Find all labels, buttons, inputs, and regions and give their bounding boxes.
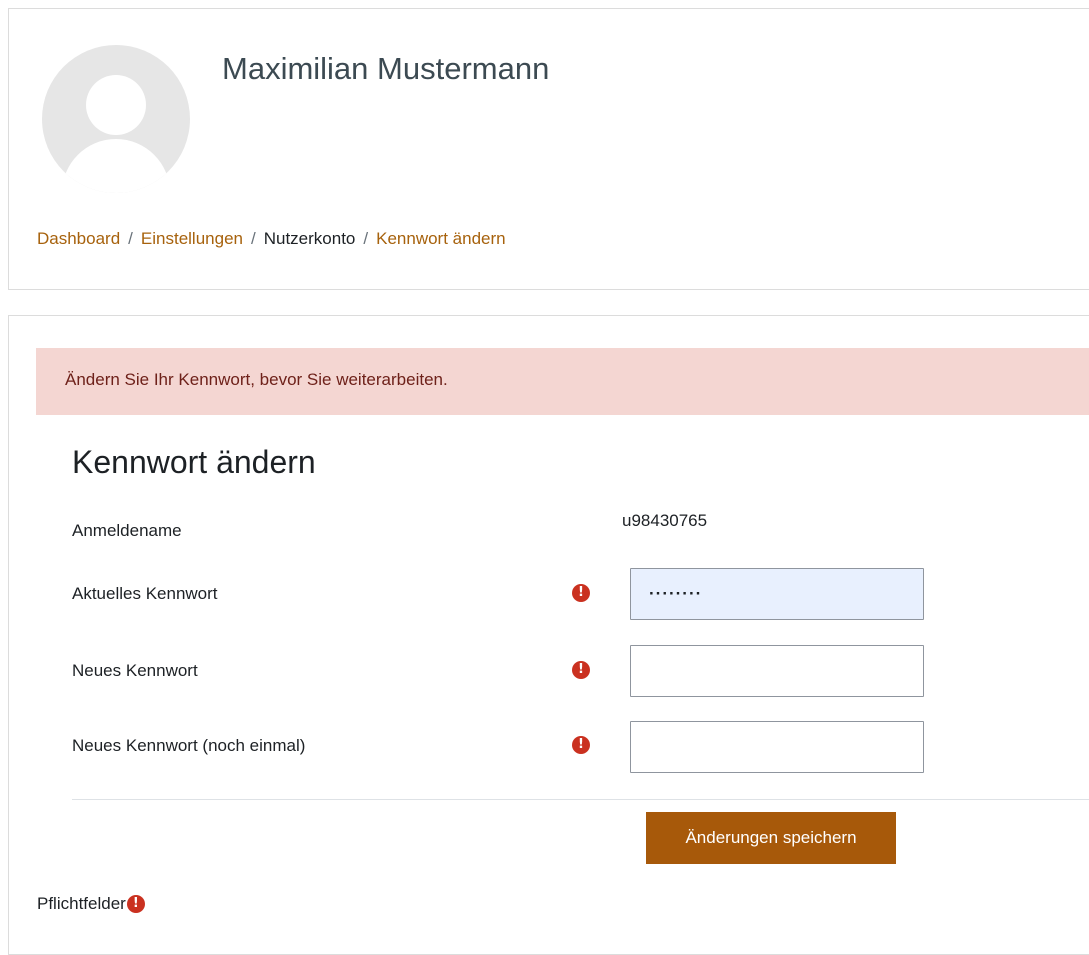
username-label: Anmeldename [72, 521, 182, 540]
save-changes-button[interactable]: Änderungen speichern [646, 812, 896, 864]
form-divider [72, 799, 1089, 800]
current-password-field[interactable] [630, 568, 924, 620]
required-icon: ! [126, 895, 145, 913]
main-content: Ändern Sie Ihr Kennwort, bevor Sie weite… [8, 315, 1089, 955]
required-fields-note: Pflichtfelder! [37, 894, 145, 914]
avatar-body-shape [62, 139, 170, 193]
breadcrumb-settings[interactable]: Einstellungen [141, 229, 243, 248]
username-value: u98430765 [622, 511, 708, 530]
confirm-password-label: Neues Kennwort (noch einmal) [72, 736, 306, 755]
page-header: Maximilian Mustermann Dashboard / Einstell… [8, 8, 1089, 290]
required-fields-label: Pflichtfelder [37, 894, 126, 913]
required-icon: ! [572, 736, 590, 754]
alert-message: Ändern Sie Ihr Kennwort, bevor Sie weite… [36, 348, 1089, 415]
current-password-label: Aktuelles Kennwort [72, 584, 218, 603]
avatar[interactable] [42, 45, 190, 193]
new-password-field[interactable] [630, 645, 924, 697]
breadcrumb: Dashboard / Einstellungen / Nutzerkonto / Kenn… [37, 229, 506, 249]
form-title: Kennwort ändern [72, 444, 316, 480]
required-icon: ! [572, 661, 590, 679]
breadcrumb-dashboard[interactable]: Dashboard [37, 229, 120, 248]
required-icon: ! [572, 584, 590, 602]
new-password-label: Neues Kennwort [72, 661, 198, 680]
breadcrumb-separator: / [363, 229, 369, 248]
breadcrumb-change-password[interactable]: Kennwort ändern [376, 229, 505, 248]
breadcrumb-separator: / [128, 229, 133, 248]
confirm-password-field[interactable] [630, 721, 924, 773]
breadcrumb-account: Nutzerkonto [263, 229, 356, 248]
avatar-head-shape [86, 75, 146, 135]
user-name: Maximilian Mustermann [222, 51, 550, 86]
breadcrumb-separator: / [250, 229, 256, 248]
